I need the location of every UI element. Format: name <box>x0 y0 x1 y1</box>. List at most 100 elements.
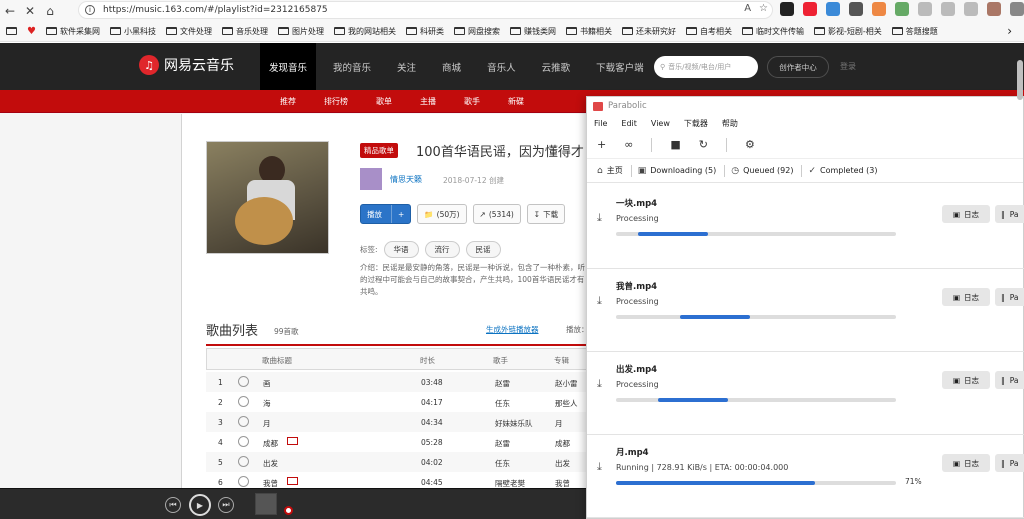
tag[interactable]: 华语 <box>383 241 419 258</box>
bookmark-item[interactable]: 答题搜题 <box>891 26 938 37</box>
pause-button[interactable]: ‖ Pa <box>995 288 1024 306</box>
bookmark-item[interactable]: 网盘搜索 <box>453 26 500 37</box>
play-row-icon[interactable] <box>238 476 249 487</box>
menu-item[interactable]: 帮助 <box>722 118 738 129</box>
link-icon[interactable]: ∞ <box>624 138 633 151</box>
tag[interactable]: 流行 <box>424 241 460 258</box>
tab-queued[interactable]: ◷ Queued (92) <box>731 164 803 177</box>
favorite-star-icon[interactable]: ☆ <box>759 3 768 14</box>
collections-icon[interactable] <box>964 2 978 16</box>
nav-item[interactable]: 下载客户端 <box>587 43 653 90</box>
bookmarks-overflow-icon[interactable]: › <box>1007 24 1012 38</box>
bookmark-item[interactable]: 赚钱类网 <box>509 26 556 37</box>
site-info-icon[interactable]: i <box>85 5 95 15</box>
nav-item[interactable]: 商城 <box>433 43 470 90</box>
add-to-list-button[interactable]: + <box>391 205 410 223</box>
mv-icon[interactable] <box>287 437 298 445</box>
back-icon[interactable]: ← <box>0 1 20 21</box>
pause-button[interactable]: ‖ Pa <box>995 205 1024 223</box>
bookmark-item[interactable]: 影视-短剧-相关 <box>813 26 882 37</box>
nav-item[interactable]: 我的音乐 <box>324 43 380 90</box>
now-playing-thumbnail[interactable] <box>255 493 277 515</box>
stop-all-icon[interactable]: ■ <box>670 138 680 151</box>
progress-handle[interactable] <box>284 506 293 515</box>
song-title[interactable]: 出发 <box>263 458 278 469</box>
extension-icon[interactable] <box>826 2 840 16</box>
table-row[interactable]: 4 成都 05:28 赵雷 成都 <box>206 432 606 452</box>
song-album[interactable]: 那些人 <box>555 398 578 409</box>
play-row-icon[interactable] <box>238 436 249 447</box>
song-title[interactable]: 月 <box>263 418 271 429</box>
bookmark-item[interactable]: 自考相关 <box>685 26 732 37</box>
subnav-item[interactable]: 主播 <box>420 96 436 107</box>
user-name[interactable]: 情思天籁 <box>390 174 422 185</box>
nav-item[interactable]: 云推歌 <box>533 43 580 90</box>
nav-item[interactable]: 发现音乐 <box>260 43 317 90</box>
nav-item[interactable]: 关注 <box>388 43 425 90</box>
split-screen-icon[interactable] <box>918 2 932 16</box>
user-avatar[interactable] <box>360 168 382 190</box>
bookmark-item[interactable]: 文件处理 <box>165 26 212 37</box>
song-title[interactable]: 画 <box>263 378 271 389</box>
subnav-item[interactable]: 排行榜 <box>324 96 348 107</box>
stop-icon[interactable]: ✕ <box>20 1 40 21</box>
song-title[interactable]: 成都 <box>263 438 278 449</box>
menu-item[interactable]: File <box>594 119 607 128</box>
next-track-icon[interactable]: ⏭ <box>218 497 234 513</box>
tag[interactable]: 民谣 <box>465 241 501 258</box>
play-row-icon[interactable] <box>238 376 249 387</box>
bookmark-item[interactable]: 音乐处理 <box>221 26 268 37</box>
netease-logo[interactable]: ♫ 网易云音乐 <box>139 55 234 75</box>
download-button[interactable]: ↧ 下载 <box>526 204 566 224</box>
previous-track-icon[interactable]: ⏮ <box>165 497 181 513</box>
extension-icon[interactable] <box>803 2 817 16</box>
extension-icon[interactable] <box>780 2 794 16</box>
address-bar[interactable]: i https://music.163.com/#/playlist?id=23… <box>78 1 773 19</box>
subnav-item[interactable]: 歌手 <box>464 96 480 107</box>
extension-icon[interactable] <box>849 2 863 16</box>
nav-item[interactable]: 音乐人 <box>478 43 525 90</box>
heart-icon[interactable]: ♥ <box>27 26 36 37</box>
login-link[interactable]: 登录 <box>840 61 856 72</box>
song-artist[interactable]: 任东 <box>495 398 510 409</box>
table-row[interactable]: 1 画 03:48 赵雷 赵小雷 <box>206 372 606 392</box>
favorites-icon[interactable] <box>941 2 955 16</box>
playlist-cover[interactable] <box>206 141 329 254</box>
bookmark-item[interactable]: 软件采集网 <box>45 26 100 37</box>
subnav-item[interactable]: 新碟 <box>508 96 524 107</box>
bookmark-item[interactable]: 科研类 <box>405 26 444 37</box>
play-button[interactable]: 播放 + <box>360 204 412 224</box>
bookmark-item[interactable]: 还未研究好 <box>621 26 676 37</box>
bookmark-item[interactable]: 图片处理 <box>277 26 324 37</box>
share-button[interactable]: ↗ (5314) <box>472 204 521 224</box>
home-icon[interactable]: ⌂ <box>40 1 60 21</box>
play-row-icon[interactable] <box>238 396 249 407</box>
extension-icon[interactable] <box>895 2 909 16</box>
log-button[interactable]: ▣ 日志 <box>942 205 990 223</box>
song-album[interactable]: 出发 <box>555 458 570 469</box>
subnav-item[interactable]: 推荐 <box>280 96 296 107</box>
tab-completed[interactable]: ✓ Completed (3) <box>808 166 877 176</box>
log-button[interactable]: ▣ 日志 <box>942 288 990 306</box>
song-artist[interactable]: 好妹妹乐队 <box>495 418 533 429</box>
tab-home[interactable]: ⌂ 主页 <box>597 164 632 177</box>
bookmark-item[interactable]: 我的网站相关 <box>333 26 396 37</box>
add-download-icon[interactable]: + <box>597 138 606 151</box>
bookmark-item[interactable]: 小黑科技 <box>109 26 156 37</box>
pause-button[interactable]: ‖ Pa <box>995 371 1024 389</box>
play-row-icon[interactable] <box>238 456 249 467</box>
bookmark-folder-icon[interactable] <box>6 27 17 35</box>
tab-downloading[interactable]: ▣ Downloading (5) <box>638 164 726 177</box>
page-scrollbar[interactable] <box>1017 60 1023 100</box>
song-artist[interactable]: 赵雷 <box>495 378 510 389</box>
bookmark-item[interactable]: 临时文件传输 <box>741 26 804 37</box>
table-row[interactable]: 3 月 04:34 好妹妹乐队 月 <box>206 412 606 432</box>
song-album[interactable]: 赵小雷 <box>555 378 578 389</box>
menu-item[interactable]: View <box>651 119 670 128</box>
menu-item[interactable]: 下载器 <box>684 118 708 129</box>
play-row-icon[interactable] <box>238 416 249 427</box>
retry-icon[interactable]: ↻ <box>699 138 708 151</box>
mv-icon[interactable] <box>287 477 298 485</box>
generate-player-link[interactable]: 生成外链播放器 <box>486 324 539 335</box>
creator-center-button[interactable]: 创作者中心 <box>767 56 829 78</box>
